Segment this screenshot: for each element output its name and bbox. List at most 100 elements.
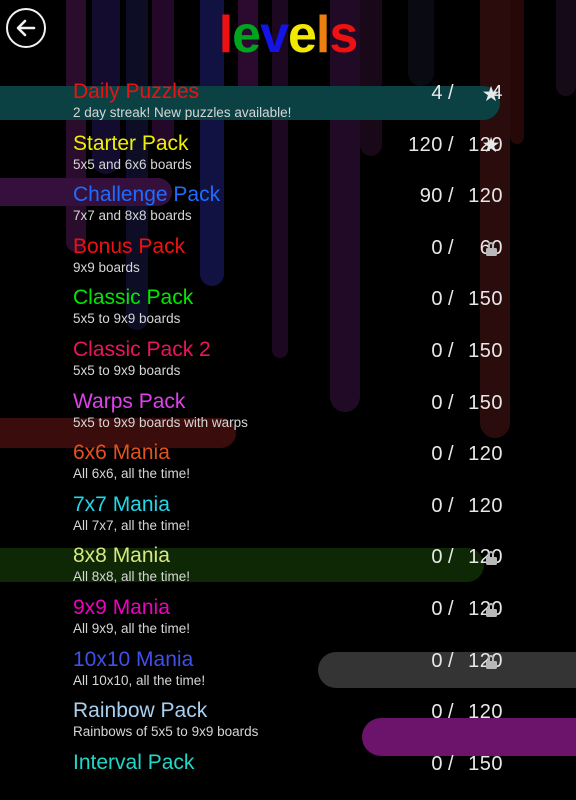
level-pack-name: Starter Pack xyxy=(73,131,189,155)
level-pack-name: Classic Pack xyxy=(73,286,194,310)
level-pack-list: Daily Puzzles 2 day streak! New puzzles a… xyxy=(0,78,576,800)
level-pack-progress: 0/ 150 xyxy=(353,751,503,777)
level-pack-subtitle: 5x5 to 9x9 boards xyxy=(73,311,181,327)
progress-separator: / xyxy=(447,752,454,775)
progress-separator: / xyxy=(447,133,454,156)
level-pack-row[interactable]: 9x9 ManiaAll 9x9, all the time!0/120 xyxy=(0,594,576,646)
level-pack-completed-count: 0 xyxy=(431,649,443,672)
level-pack-row[interactable]: Starter Pack 5x5 and 6x6 boards 120/120 ★ xyxy=(0,130,576,182)
page-title-letter: l xyxy=(218,6,233,64)
level-pack-completed-count: 0 xyxy=(431,391,443,414)
level-pack-completed-count: 0 xyxy=(431,494,443,517)
progress-separator: / xyxy=(447,443,454,466)
star-icon: ★ xyxy=(481,134,501,158)
level-pack-name: Daily Puzzles xyxy=(73,80,200,103)
progress-separator: / xyxy=(447,236,454,259)
level-pack-name: 8x8 Mania xyxy=(73,544,170,568)
level-pack-name: Challenge Pack xyxy=(73,183,221,207)
level-pack-total-count: 150 xyxy=(468,288,503,311)
level-pack-progress: 0/ 150 xyxy=(353,390,503,416)
lock-icon xyxy=(478,545,504,571)
lock-icon xyxy=(478,597,504,623)
level-pack-completed-count: 0 xyxy=(431,288,443,311)
level-pack-progress: 0/ 120 xyxy=(353,699,503,725)
progress-separator: / xyxy=(447,82,454,104)
header: levels xyxy=(0,0,576,78)
level-pack-row[interactable]: Warps Pack 5x5 to 9x9 boards with warps 0/… xyxy=(0,388,576,440)
level-pack-total-count: 150 xyxy=(468,391,503,414)
level-pack-subtitle: All 10x10, all the time! xyxy=(73,672,206,688)
level-pack-total-count: 120 xyxy=(468,701,503,724)
progress-separator: / xyxy=(447,546,454,569)
level-pack-total-count: 150 xyxy=(468,339,503,362)
level-pack-name: Bonus Pack xyxy=(73,234,186,258)
level-pack-total-count: 120 xyxy=(468,185,503,208)
level-pack-row[interactable]: 10x10 ManiaAll 10x10, all the time!0/120 xyxy=(0,646,576,698)
level-pack-name: Rainbow Pack xyxy=(73,699,208,723)
level-pack-completed-count: 0 xyxy=(431,339,443,362)
level-pack-completed-count: 4 xyxy=(431,82,443,104)
level-pack-row[interactable]: Interval Pack 0/ 150 xyxy=(0,749,576,800)
level-pack-row[interactable]: Challenge Pack 7x7 and 8x8 boards 90/ 120 xyxy=(0,181,576,233)
level-pack-name: 9x9 Mania xyxy=(73,595,170,619)
page-title-letter: e xyxy=(288,6,317,64)
level-pack-progress: 0/ 120 xyxy=(353,441,503,467)
level-pack-progress: 0/ 150 xyxy=(353,338,503,364)
progress-separator: / xyxy=(447,391,454,414)
level-pack-name: Interval Pack xyxy=(73,750,195,774)
progress-separator: / xyxy=(447,494,454,517)
page-title-letter: v xyxy=(260,6,289,64)
level-pack-row[interactable]: Classic Pack 5x5 to 9x9 boards 0/ 150 xyxy=(0,284,576,336)
level-pack-subtitle: All 7x7, all the time! xyxy=(73,517,191,533)
level-pack-name: 7x7 Mania xyxy=(73,492,170,516)
page-title-letter: s xyxy=(329,6,358,64)
level-pack-total-count: 120 xyxy=(468,494,503,517)
level-pack-row[interactable]: Rainbow Pack Rainbows of 5x5 to 9x9 board… xyxy=(0,697,576,749)
lock-icon xyxy=(478,236,504,262)
level-pack-total-count: 150 xyxy=(468,752,503,775)
progress-separator: / xyxy=(447,701,454,724)
level-pack-subtitle: 2 day streak! New puzzles available! xyxy=(73,105,292,120)
level-pack-subtitle: All 9x9, all the time! xyxy=(73,620,191,636)
level-pack-completed-count: 90 xyxy=(419,185,443,208)
level-pack-completed-count: 120 xyxy=(408,133,443,156)
page-title-letter: e xyxy=(232,6,261,64)
level-pack-subtitle: 9x9 boards xyxy=(73,259,140,275)
progress-separator: / xyxy=(447,339,454,362)
level-pack-name: 10x10 Mania xyxy=(73,647,194,671)
level-pack-completed-count: 0 xyxy=(431,443,443,466)
page-title-letter: l xyxy=(315,6,330,64)
progress-separator: / xyxy=(447,288,454,311)
level-pack-subtitle: 5x5 and 6x6 boards xyxy=(73,156,192,172)
lock-icon xyxy=(478,649,504,675)
level-pack-row[interactable]: 7x7 Mania All 7x7, all the time! 0/ 120 xyxy=(0,491,576,543)
level-pack-name: Classic Pack 2 xyxy=(73,337,211,361)
level-pack-subtitle: Rainbows of 5x5 to 9x9 boards xyxy=(73,724,259,740)
level-pack-row[interactable]: Classic Pack 2 5x5 to 9x9 boards 0/ 150 xyxy=(0,336,576,388)
level-pack-subtitle: All 8x8, all the time! xyxy=(73,569,191,585)
level-pack-subtitle: 5x5 to 9x9 boards xyxy=(73,362,181,378)
level-pack-row[interactable]: 8x8 ManiaAll 8x8, all the time!0/120 xyxy=(0,542,576,594)
progress-separator: / xyxy=(447,597,454,620)
level-pack-completed-count: 0 xyxy=(431,701,443,724)
level-pack-row[interactable]: 6x6 Mania All 6x6, all the time! 0/ 120 xyxy=(0,439,576,491)
level-pack-completed-count: 0 xyxy=(431,236,443,259)
level-pack-completed-count: 0 xyxy=(431,597,443,620)
level-pack-progress: 0/ 120 xyxy=(353,493,503,519)
level-pack-name: Warps Pack xyxy=(73,389,186,413)
level-pack-row[interactable]: Daily Puzzles 2 day streak! New puzzles a… xyxy=(0,78,576,130)
progress-separator: / xyxy=(447,649,454,672)
star-icon: ★ xyxy=(481,82,501,106)
level-pack-subtitle: 5x5 to 9x9 boards with warps xyxy=(73,414,248,430)
level-pack-total-count: 120 xyxy=(468,443,503,466)
page-title: levels xyxy=(0,4,576,66)
level-pack-progress: 90/ 120 xyxy=(353,183,503,209)
progress-separator: / xyxy=(447,185,454,208)
level-pack-progress: 0/ 150 xyxy=(353,286,503,312)
level-pack-completed-count: 0 xyxy=(431,752,443,775)
level-pack-completed-count: 0 xyxy=(431,546,443,569)
level-pack-subtitle: All 6x6, all the time! xyxy=(73,466,191,482)
level-pack-name: 6x6 Mania xyxy=(73,441,170,465)
level-pack-row[interactable]: Bonus Pack9x9 boards0/60 xyxy=(0,233,576,285)
level-pack-subtitle: 7x7 and 8x8 boards xyxy=(73,208,192,224)
